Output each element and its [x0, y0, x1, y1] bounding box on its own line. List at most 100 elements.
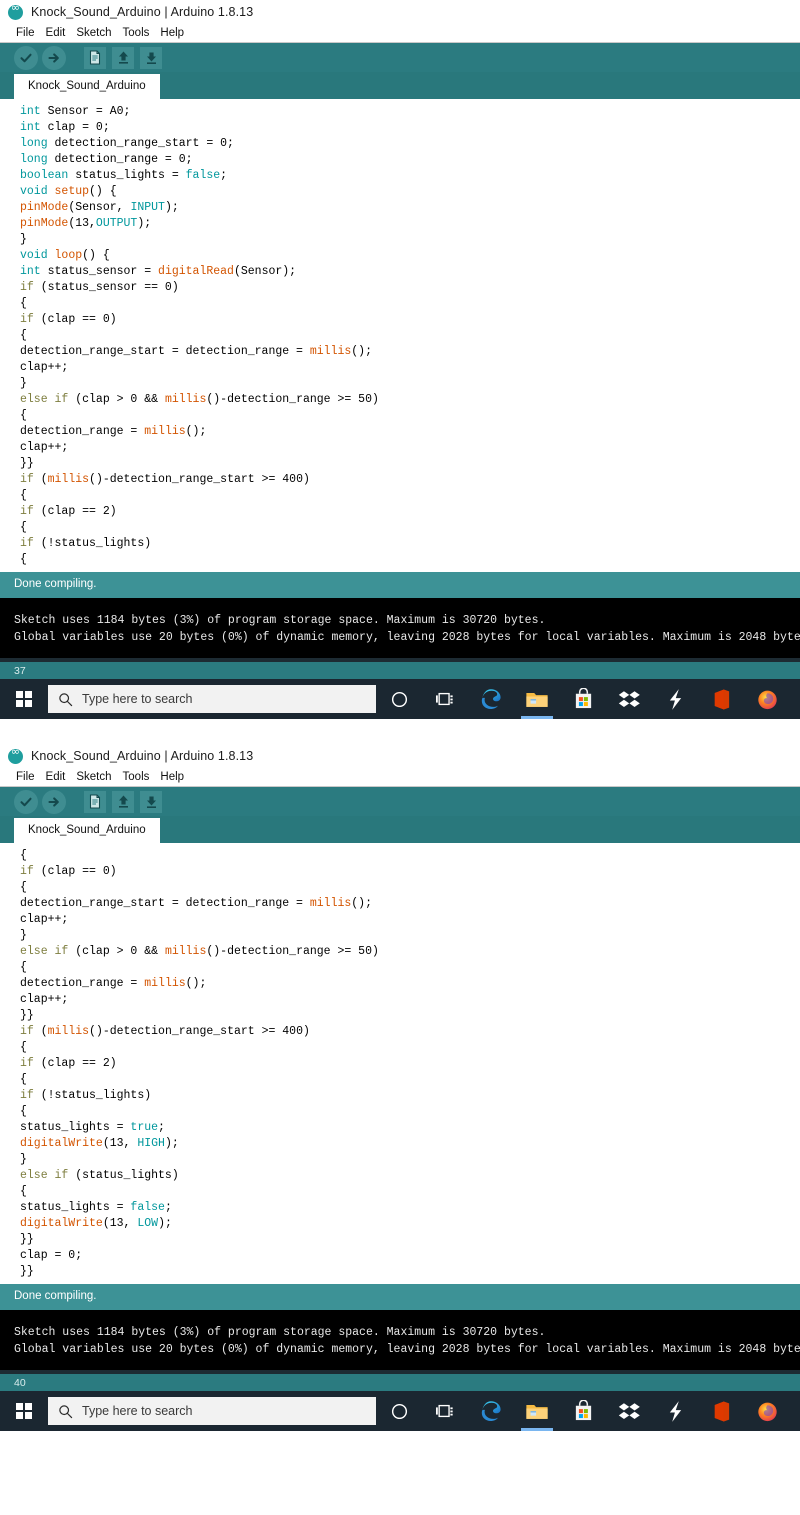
menu-bar-1: File Edit Sketch Tools Help [0, 24, 800, 43]
code-line: if (clap == 2) [20, 1057, 117, 1070]
cortana-icon[interactable] [376, 679, 422, 719]
arrow-up-icon [118, 795, 128, 808]
search-icon [59, 1404, 73, 1418]
microsoft-office-icon[interactable] [698, 1391, 744, 1431]
code-line: if (!status_lights) [20, 1089, 152, 1102]
menu-item-edit[interactable]: Edit [46, 27, 66, 39]
code-line: if (millis()-detection_range_start >= 40… [20, 473, 310, 486]
file-explorer-icon[interactable] [514, 679, 560, 719]
lightning-app-icon[interactable] [652, 1391, 698, 1431]
console-output-1: Sketch uses 1184 bytes (3%) of program s… [0, 598, 800, 658]
verify-button[interactable] [14, 45, 38, 70]
microsoft-store-icon[interactable] [560, 679, 606, 719]
code-line: }} [20, 457, 34, 470]
taskbar-search-input-1[interactable]: Type here to search [48, 685, 376, 713]
menu-item-sketch[interactable]: Sketch [76, 771, 111, 783]
code-line: { [20, 1185, 27, 1198]
arrow-right-icon [48, 796, 59, 807]
code-line: { [20, 849, 27, 862]
search-icon [59, 692, 73, 706]
statusbar-wrap-2: 40 [0, 1370, 800, 1391]
upload-button[interactable] [42, 789, 66, 814]
save-button[interactable] [140, 790, 162, 813]
code-line: clap++; [20, 993, 69, 1006]
code-line: pinMode(13,OUTPUT); [20, 217, 152, 230]
code-line: } [20, 377, 27, 390]
bottom-margin [0, 1431, 800, 1461]
menu-item-tools[interactable]: Tools [123, 771, 150, 783]
new-button[interactable] [84, 46, 106, 69]
code-line: { [20, 409, 27, 422]
file-explorer-icon[interactable] [514, 1391, 560, 1431]
line-number-indicator-1: 37 [0, 662, 800, 679]
open-button[interactable] [112, 790, 134, 813]
ide-toolbar-2 [0, 787, 800, 816]
console-line: Sketch uses 1184 bytes (3%) of program s… [14, 1326, 546, 1339]
firefox-icon[interactable] [744, 679, 790, 719]
code-line: long detection_range_start = 0; [20, 137, 234, 150]
dropbox-icon[interactable] [606, 1391, 652, 1431]
save-button[interactable] [140, 46, 162, 69]
task-view-icon[interactable] [422, 679, 468, 719]
code-line: int clap = 0; [20, 121, 110, 134]
code-line: digitalWrite(13, LOW); [20, 1217, 172, 1230]
microsoft-edge-icon[interactable] [468, 679, 514, 719]
start-button-2[interactable] [0, 1391, 48, 1431]
code-line: else if (clap > 0 && millis()-detection_… [20, 393, 379, 406]
new-button[interactable] [84, 790, 106, 813]
sketch-tab-strip-2: Knock_Sound_Arduino [0, 816, 800, 843]
cortana-icon[interactable] [376, 1391, 422, 1431]
menu-item-help[interactable]: Help [160, 27, 184, 39]
arrow-down-icon [146, 796, 156, 808]
code-line: status_lights = true; [20, 1121, 165, 1134]
search-placeholder-2: Type here to search [82, 1404, 193, 1418]
code-line: detection_range_start = detection_range … [20, 897, 372, 910]
code-line: clap++; [20, 913, 69, 926]
code-line: if (millis()-detection_range_start >= 40… [20, 1025, 310, 1038]
code-line: { [20, 489, 27, 502]
code-line: { [20, 521, 27, 534]
upload-button[interactable] [42, 45, 66, 70]
code-line: digitalWrite(13, HIGH); [20, 1137, 179, 1150]
code-line: void loop() { [20, 249, 110, 262]
code-line: if (status_sensor == 0) [20, 281, 179, 294]
compile-status-message-1: Done compiling. [0, 572, 800, 598]
code-line: }} [20, 1265, 34, 1278]
menu-item-sketch[interactable]: Sketch [76, 27, 111, 39]
menu-item-file[interactable]: File [16, 771, 35, 783]
menu-item-file[interactable]: File [16, 27, 35, 39]
desktop-screen: Knock_Sound_Arduino | Arduino 1.8.13 Fil… [0, 0, 800, 1461]
windows-taskbar-2: Type here to search [0, 1391, 800, 1431]
code-line: if (!status_lights) [20, 537, 152, 550]
code-line: pinMode(Sensor, INPUT); [20, 201, 179, 214]
menu-item-edit[interactable]: Edit [46, 771, 66, 783]
code-line: { [20, 881, 27, 894]
code-line: if (clap == 0) [20, 865, 117, 878]
taskbar-search-input-2[interactable]: Type here to search [48, 1397, 376, 1425]
menu-item-tools[interactable]: Tools [123, 27, 150, 39]
code-line: else if (clap > 0 && millis()-detection_… [20, 945, 379, 958]
firefox-icon[interactable] [744, 1391, 790, 1431]
code-line: { [20, 329, 27, 342]
code-line: clap = 0; [20, 1249, 83, 1262]
menu-item-help[interactable]: Help [160, 771, 184, 783]
console-line: Global variables use 20 bytes (0%) of dy… [14, 1343, 800, 1356]
sketch-tab[interactable]: Knock_Sound_Arduino [14, 74, 160, 99]
task-view-icon[interactable] [422, 1391, 468, 1431]
dropbox-icon[interactable] [606, 679, 652, 719]
lightning-app-icon[interactable] [652, 679, 698, 719]
windows-logo-icon [16, 691, 32, 707]
open-button[interactable] [112, 46, 134, 69]
console-line: Global variables use 20 bytes (0%) of dy… [14, 631, 800, 644]
code-editor-1[interactable]: int Sensor = A0; int clap = 0; long detect… [0, 99, 800, 572]
code-line: clap++; [20, 441, 69, 454]
start-button-1[interactable] [0, 679, 48, 719]
verify-button[interactable] [14, 789, 38, 814]
microsoft-store-icon[interactable] [560, 1391, 606, 1431]
ide-toolbar-1 [0, 43, 800, 72]
code-editor-2[interactable]: { if (clap == 0) { detection_range_start = … [0, 843, 800, 1284]
microsoft-office-icon[interactable] [698, 679, 744, 719]
code-line: { [20, 297, 27, 310]
sketch-tab[interactable]: Knock_Sound_Arduino [14, 818, 160, 843]
microsoft-edge-icon[interactable] [468, 1391, 514, 1431]
